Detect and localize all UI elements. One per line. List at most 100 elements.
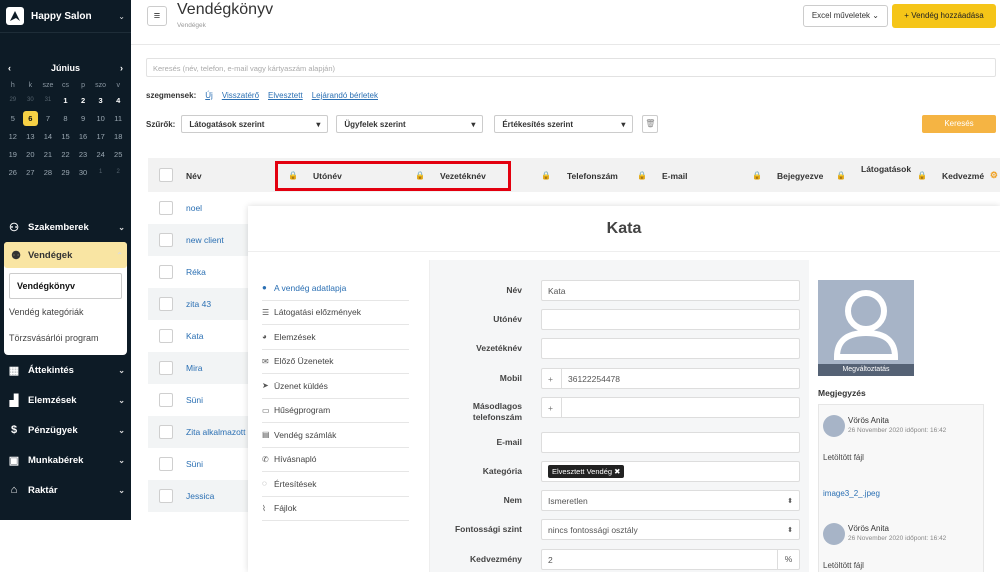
nav-uzenet-kuldes[interactable]: ➤ Üzenet küldés [262,374,409,399]
last-name-input[interactable] [541,338,800,359]
calendar-day[interactable]: 16 [74,132,92,141]
note-file-link[interactable]: image3_2_.jpeg [823,489,880,498]
table-row[interactable]: Jessica [148,480,248,512]
row-checkbox[interactable] [159,361,173,375]
calendar-day[interactable]: 13 [22,132,40,141]
calendar-day[interactable]: 12 [4,132,22,141]
calendar-day[interactable]: 30 [74,168,92,177]
row-checkbox[interactable] [159,393,173,407]
col-email[interactable]: E-mail [662,171,688,181]
gear-icon[interactable]: ⚙ [990,170,998,181]
calendar-day[interactable]: 27 [22,168,40,177]
table-row[interactable]: Mira [148,352,248,384]
calendar-day[interactable]: 22 [57,150,75,159]
filter-sales[interactable]: Értékesítés szerint ▾ [494,115,634,133]
excel-button[interactable]: Excel műveletek ⌄ [802,5,888,27]
submenu-torzsvasarloi[interactable]: Törzsvásárlói program [9,325,122,351]
add-guest-button[interactable]: + Vendég hozzáadása [892,4,996,28]
calendar-day[interactable]: 30 [22,97,40,103]
calendar-day[interactable]: 31 [39,97,57,103]
select-all-checkbox[interactable] [159,168,173,182]
email-input[interactable] [541,432,800,453]
calendar-day[interactable]: 8 [57,114,75,123]
col-nev[interactable]: Név [186,171,202,181]
calendar-day[interactable]: 4 [109,96,127,105]
change-avatar-button[interactable]: Megváltoztatás [818,364,914,376]
calendar-day[interactable]: 23 [74,150,92,159]
filter-clients[interactable]: Ügyfelek szerint ▾ [336,115,484,133]
category-select[interactable]: Elvesztett Vendég ✖ [541,461,800,482]
submenu-kategoriak[interactable]: Vendég kategóriák [9,299,122,325]
calendar-day[interactable]: 1 [92,169,110,175]
client-name-link[interactable]: Süni [186,395,203,405]
col-bejegyezve[interactable]: Bejegyezve [777,171,823,181]
calendar-day[interactable]: 5 [4,114,22,123]
row-checkbox[interactable] [159,489,173,503]
table-row[interactable]: Zita alkalmazott [148,416,248,448]
table-row[interactable]: zita 43 [148,288,248,320]
client-name-link[interactable]: zita 43 [186,299,211,309]
client-name-link[interactable]: Réka [186,267,206,277]
calendar-day[interactable]: 17 [92,132,110,141]
calendar-today[interactable]: 6 [22,110,40,126]
client-name-link[interactable]: Kata [186,331,204,341]
client-name-link[interactable]: noel [186,203,202,213]
row-checkbox[interactable] [159,457,173,471]
first-name-input[interactable] [541,309,800,330]
calendar-day[interactable]: 21 [39,150,57,159]
nav-uzenetek[interactable]: ✉ Előző Üzenetek [262,350,409,374]
menu-munkaberek[interactable]: ▣ Munkabérek ⌄ [0,445,131,475]
row-checkbox[interactable] [159,329,173,343]
gender-select[interactable]: Ismeretlen ⬍ [541,490,800,511]
calendar-day[interactable]: 19 [4,150,22,159]
category-tag[interactable]: Elvesztett Vendég ✖ [548,465,625,478]
segment-expiring[interactable]: Lejárandó bérletek [312,91,378,100]
calendar-day[interactable]: 2 [74,96,92,105]
table-row[interactable]: noel [148,192,248,224]
menu-attekintes[interactable]: ▦ Áttekintés ⌄ [0,355,131,385]
table-row[interactable]: new client [148,224,248,256]
calendar-day[interactable]: 25 [109,150,127,159]
nav-hivasnaplo[interactable]: ✆ Hívásnapló [262,448,409,472]
menu-penzugyek[interactable]: $ Pénzügyek ⌄ [0,415,131,445]
discount-input[interactable]: 2% [541,549,800,570]
search-button[interactable]: Keresés [922,115,996,133]
client-name-link[interactable]: Süni [186,459,203,469]
search-input[interactable]: Keresés (név, telefon, e-mail vagy kárty… [146,58,996,77]
hamburger-icon[interactable]: ≡ [147,6,167,26]
trash-icon[interactable]: 🗑 [642,115,659,133]
importance-select[interactable]: nincs fontossági osztály ⬍ [541,519,800,540]
submenu-vendegkonyv[interactable]: Vendégkönyv [9,273,122,299]
chevron-down-icon[interactable]: ⌄ [118,12,125,21]
calendar-day[interactable]: 14 [39,132,57,141]
next-month-icon[interactable]: › [120,63,123,73]
segment-lost[interactable]: Elvesztett [268,91,303,100]
calendar-day[interactable]: 7 [39,114,57,123]
prev-month-icon[interactable]: ‹ [8,63,11,73]
nav-husegprogram[interactable]: ▭ Hűségprogram [262,399,409,423]
row-checkbox[interactable] [159,297,173,311]
calendar-day[interactable]: 2 [109,169,127,175]
row-checkbox[interactable] [159,201,173,215]
segment-new[interactable]: Új [205,91,213,100]
menu-szakemberek[interactable]: ⚇ Szakemberek ⌄ [0,212,131,242]
nav-adatlap[interactable]: ● A vendég adatlapja [262,276,409,301]
calendar-day[interactable]: 20 [22,150,40,159]
nav-elozmenyek[interactable]: ☰ Látogatási előzmények [262,301,409,325]
nav-elemzesek[interactable]: ◕ Elemzések [262,325,409,350]
calendar-day[interactable]: 29 [57,168,75,177]
menu-vendegek-head[interactable]: ⚉ Vendégek ⌃ [4,242,127,268]
nav-szamlak[interactable]: ▤ Vendég számlák [262,423,409,448]
row-checkbox[interactable] [159,265,173,279]
calendar-day[interactable]: 24 [92,150,110,159]
calendar-day[interactable]: 15 [57,132,75,141]
calendar-day[interactable]: 10 [92,114,110,123]
client-name-link[interactable]: Zita alkalmazott [186,427,246,437]
calendar-day[interactable]: 29 [4,97,22,103]
menu-raktar[interactable]: ⌂ Raktár ⌄ [0,475,131,505]
table-row[interactable]: Kata [148,320,248,352]
client-name-link[interactable]: new client [186,235,224,245]
calendar-day[interactable]: 3 [92,96,110,105]
calendar-day[interactable]: 11 [109,114,127,123]
table-row[interactable]: Süni [148,384,248,416]
